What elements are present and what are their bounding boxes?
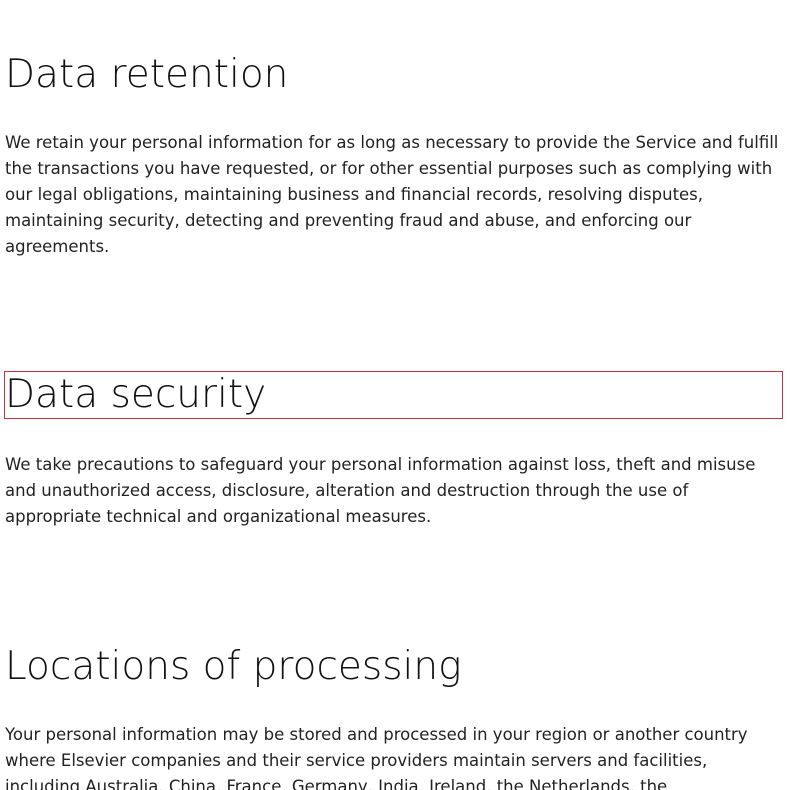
section-data-security: Data security We take precautions to saf… <box>4 371 783 530</box>
heading-data-retention: Data retention <box>5 52 289 97</box>
paragraph-data-retention: We retain your personal information for … <box>5 133 779 256</box>
paragraph-locations-of-processing: Your personal information may be stored … <box>5 725 748 790</box>
section-locations-of-processing: Locations of processing Your personal in… <box>5 644 782 790</box>
paragraph-data-security: We take precautions to safeguard your pe… <box>5 455 756 526</box>
heading-locations-of-processing: Locations of processing <box>5 644 462 689</box>
section-data-retention: Data retention We retain your personal i… <box>5 52 782 260</box>
heading-data-security[interactable]: Data security <box>4 371 783 419</box>
